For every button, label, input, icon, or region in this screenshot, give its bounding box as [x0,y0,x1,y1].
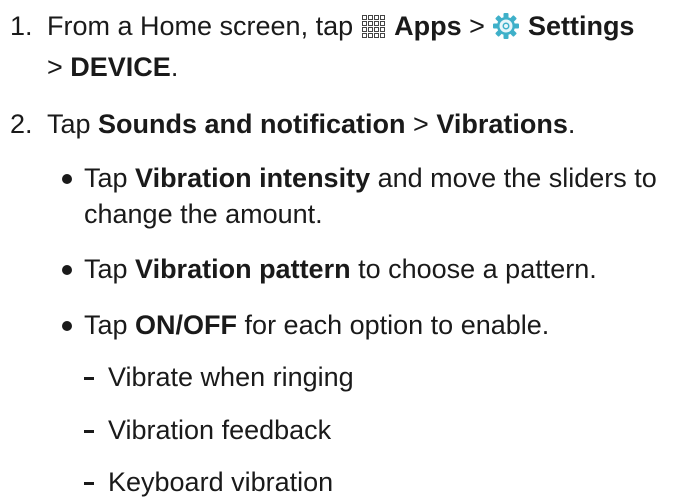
step-number: 1. [10,11,33,41]
sub-item: Keyboard vibration [0,464,686,500]
vibration-intensity-label: Vibration intensity [135,163,371,193]
on-off-label: ON/OFF [135,310,238,340]
step-text-intro: From a Home screen, tap [47,11,361,41]
dash-marker [84,377,94,380]
separator: > [461,11,493,41]
step-1: 1. From a Home screen, tap Apps > Settin… [0,8,686,88]
sub-item-text: Vibration feedback [108,415,332,445]
bullet-marker [62,321,72,331]
bullet-prefix: Tap [84,310,136,340]
vibrations-label: Vibrations [436,109,568,139]
step-2: 2. Tap Sounds and notification > Vibrati… [0,106,686,142]
sub-item: Vibrate when ringing [0,359,686,395]
step-text: Tap Sounds and notification > Vibrations… [47,106,686,142]
step-text: From a Home screen, tap Apps > Settings … [47,8,686,85]
device-label: DEVICE [70,52,171,82]
bullet-suffix: for each option to enable. [237,310,550,340]
settings-label: Settings [527,11,635,41]
step-text-intro: Tap [47,109,99,139]
sub-item-text: Keyboard vibration [108,467,334,497]
bullet-prefix: Tap [84,163,136,193]
sounds-and-notification-label: Sounds and notification [98,109,406,139]
dash-marker [84,430,94,433]
bullet-item: Tap ON/OFF for each option to enable. [0,307,686,343]
sub-item-text: Vibrate when ringing [108,362,354,392]
separator: > [47,52,71,82]
bullet-prefix: Tap [84,254,136,284]
bullet-suffix: to choose a pattern. [350,254,597,284]
bullet-marker [62,265,72,275]
vibration-pattern-label: Vibration pattern [135,254,351,284]
apps-grid-icon [361,13,387,49]
settings-gear-icon [492,12,520,49]
bullet-marker [62,174,72,184]
dash-marker [84,482,94,485]
sub-item: Vibration feedback [0,412,686,448]
bullet-text: Tap Vibration pattern to choose a patter… [84,251,676,287]
period: . [170,52,179,82]
bullet-item: Tap Vibration intensity and move the sli… [0,160,686,232]
bullet-text: Tap ON/OFF for each option to enable. [84,307,676,343]
step-number: 2. [10,109,33,139]
apps-label: Apps [394,11,462,41]
period: . [567,109,576,139]
separator: > [405,109,437,139]
bullet-text: Tap Vibration intensity and move the sli… [84,160,676,232]
bullet-item: Tap Vibration pattern to choose a patter… [0,251,686,287]
